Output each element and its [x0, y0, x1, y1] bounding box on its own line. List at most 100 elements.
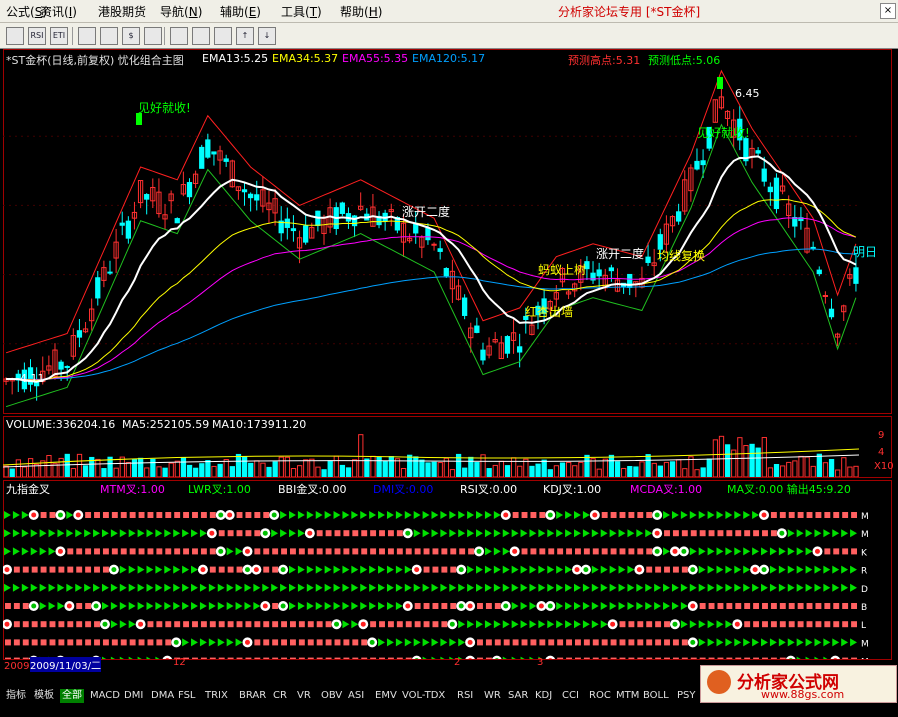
bear-arrow-segment	[671, 511, 679, 519]
menu-hk-futures[interactable]: 港股期货	[98, 3, 146, 20]
tab-18[interactable]: KDJ	[533, 689, 554, 703]
bull-arrow-segment	[325, 639, 332, 646]
bear-arrow-segment	[502, 529, 510, 538]
tab-6[interactable]: FSL	[176, 689, 198, 703]
eti-icon[interactable]: ETI	[50, 27, 68, 45]
dollar-icon[interactable]: $	[122, 27, 140, 45]
menu-assist[interactable]: 辅助(E)	[220, 3, 261, 20]
tab-8[interactable]: BRAR	[237, 689, 268, 703]
tab-11[interactable]: OBV	[319, 689, 344, 703]
arrow-down-icon[interactable]: ↓	[258, 27, 276, 45]
bull-arrow-segment	[281, 639, 287, 646]
bull-arrow-segment	[298, 548, 305, 555]
menu-news[interactable]: 资讯(I)	[40, 3, 77, 20]
bear-arrow-segment	[369, 583, 377, 592]
tab-0[interactable]: 指标	[4, 689, 28, 703]
tab-2[interactable]: 全部	[60, 689, 84, 703]
cross-signal-dot	[173, 639, 179, 645]
tab-4[interactable]: DMI	[122, 689, 145, 703]
tab-5[interactable]: DMA	[149, 689, 176, 703]
bear-arrow-segment	[547, 583, 555, 592]
tab-21[interactable]: MTM	[614, 689, 641, 703]
bars-icon[interactable]	[100, 27, 118, 45]
bull-arrow-segment	[477, 639, 483, 646]
bear-arrow-segment	[556, 529, 564, 538]
tab-22[interactable]: BOLL	[641, 689, 671, 703]
bull-arrow-segment	[441, 603, 448, 609]
bull-arrow-segment	[272, 548, 279, 555]
tab-14[interactable]: VOL-TDX	[400, 689, 447, 703]
bull-arrow-segment	[601, 639, 608, 646]
bull-arrow-segment	[521, 639, 528, 646]
tab-10[interactable]: VR	[295, 689, 313, 703]
bear-arrow-segment	[734, 565, 742, 574]
bull-arrow-segment	[833, 512, 840, 518]
tab-13[interactable]: EMV	[373, 689, 399, 703]
bear-arrow-segment	[66, 583, 74, 592]
kline-icon[interactable]	[78, 27, 96, 45]
tab-23[interactable]: PSY	[675, 689, 698, 703]
export-icon[interactable]	[170, 27, 188, 45]
bull-arrow-segment	[788, 621, 795, 628]
bear-arrow-segment	[422, 583, 430, 592]
tab-16[interactable]: WR	[482, 689, 503, 703]
candle-body	[675, 211, 682, 222]
bear-arrow-segment	[600, 620, 608, 629]
tab-17[interactable]: SAR	[506, 689, 530, 703]
bear-arrow-segment	[324, 511, 332, 519]
chart-tools-icon[interactable]	[144, 27, 162, 45]
bull-arrow-segment	[842, 603, 849, 609]
bear-arrow-segment	[743, 565, 751, 574]
bear-arrow-segment	[342, 602, 350, 610]
menu-tools[interactable]: 工具(T)	[281, 3, 322, 20]
tab-9[interactable]: CR	[271, 689, 289, 703]
rsi-icon[interactable]: RSI	[28, 27, 46, 45]
bear-arrow-segment	[796, 565, 804, 574]
arrow-up-icon[interactable]: ↑	[236, 27, 254, 45]
bear-arrow-segment	[110, 583, 118, 592]
tab-15[interactable]: RSI	[455, 689, 475, 703]
tab-7[interactable]: TRIX	[203, 689, 230, 703]
volume-bar	[816, 453, 822, 477]
menu-navigate[interactable]: 导航(N)	[160, 3, 202, 20]
bull-arrow-segment	[610, 639, 617, 646]
bull-arrow-segment	[575, 639, 581, 646]
tab-20[interactable]: ROC	[587, 689, 613, 703]
candle-body	[339, 202, 345, 214]
candle-body	[64, 365, 70, 368]
bear-arrow-segment	[502, 547, 510, 556]
volume-bar	[352, 459, 358, 477]
candle-body	[596, 269, 602, 277]
volume-bar	[113, 467, 119, 477]
bear-arrow-segment	[520, 583, 528, 592]
ema55-label: EMA55:5.35	[342, 52, 409, 65]
volume-bar	[9, 468, 15, 477]
bear-arrow-segment	[395, 565, 403, 574]
volume-bar	[339, 464, 346, 477]
candle-body	[303, 225, 309, 243]
cross-signal-dot	[672, 548, 678, 554]
grid-icon[interactable]	[6, 27, 24, 45]
bear-arrow-segment	[707, 511, 715, 519]
cross-signal-dot	[405, 530, 411, 536]
tab-19[interactable]: CCI	[560, 689, 581, 703]
pencil-icon[interactable]	[192, 27, 210, 45]
bull-arrow-segment	[111, 548, 118, 555]
cross-signal-dot	[280, 603, 286, 609]
bull-arrow-segment	[681, 639, 688, 646]
volume-bar	[541, 459, 547, 477]
close-button[interactable]: ×	[880, 3, 896, 19]
tab-1[interactable]: 模板	[32, 689, 56, 703]
bear-arrow-segment	[565, 602, 572, 610]
bull-arrow-segment	[352, 530, 359, 537]
bull-arrow-segment	[22, 566, 29, 573]
bull-arrow-segment	[102, 512, 109, 518]
chart-area[interactable]: *ST金杯(日线,前复权) 忧化组合主图 EMA13:5.25 EMA34:5.…	[0, 49, 895, 687]
tab-12[interactable]: ASI	[346, 689, 366, 703]
bear-arrow-segment	[502, 565, 510, 574]
move-icon[interactable]	[214, 27, 232, 45]
menu-help[interactable]: 帮助(H)	[340, 3, 382, 20]
bull-arrow-segment	[753, 603, 760, 609]
tab-3[interactable]: MACD	[88, 689, 122, 703]
bear-arrow-segment	[191, 529, 198, 538]
